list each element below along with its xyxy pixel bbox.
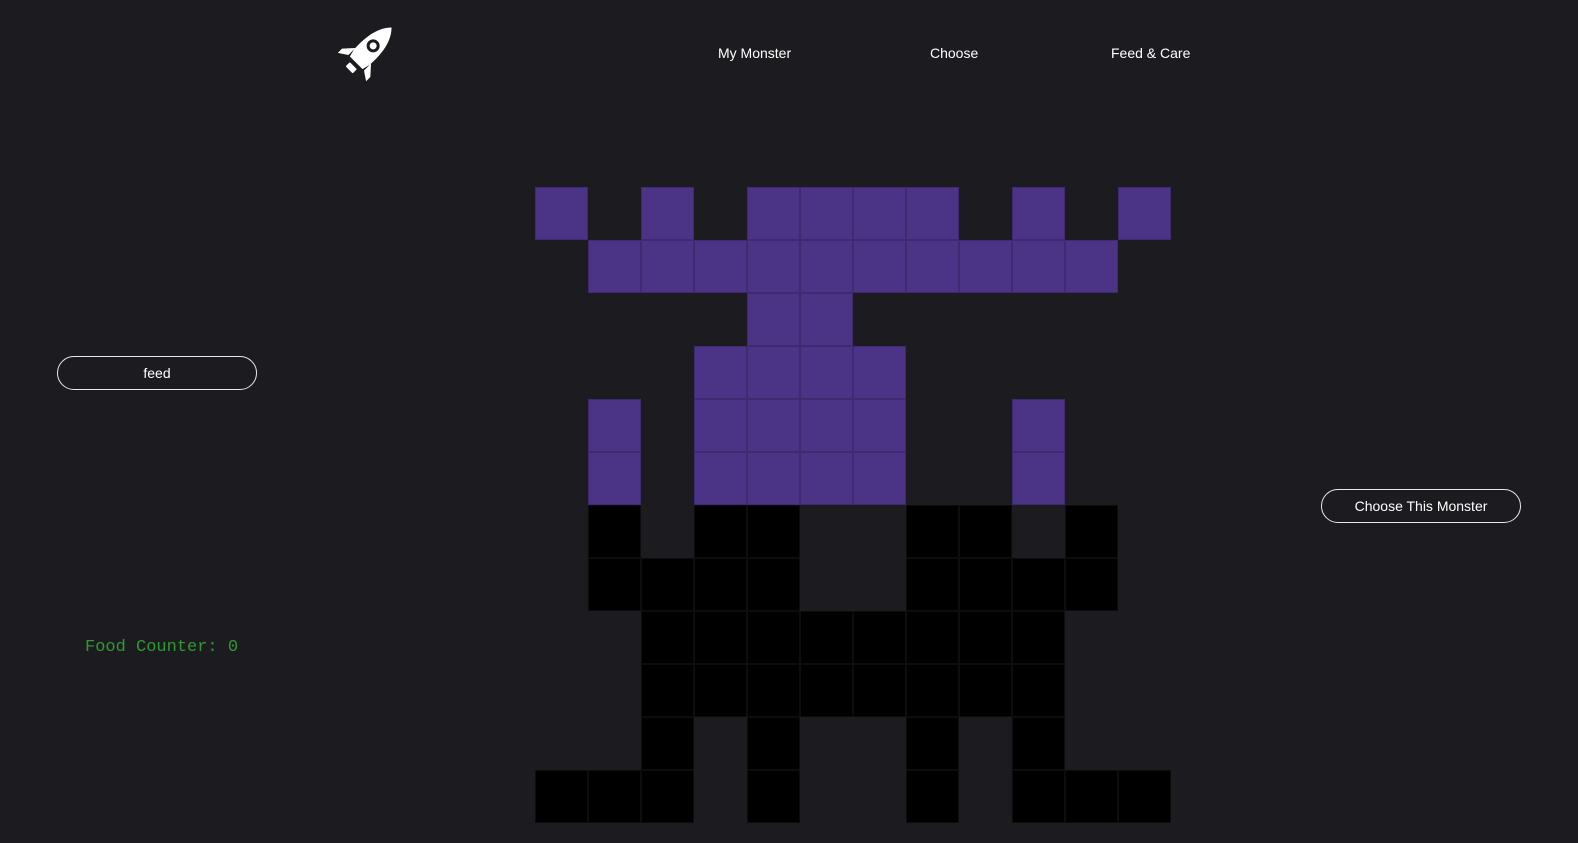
monster-pixel (747, 452, 800, 505)
monster-pixel (959, 664, 1012, 717)
monster-pixel (1012, 399, 1065, 452)
nav-link-choose[interactable]: Choose (930, 45, 978, 61)
monster-pixel (747, 505, 800, 558)
monster-pixel (959, 240, 1012, 293)
monster-pixel (694, 664, 747, 717)
monster-pixel (906, 717, 959, 770)
monster-pixel (1012, 452, 1065, 505)
monster-pixel (747, 770, 800, 823)
monster-pixel (747, 664, 800, 717)
monster-pixel (747, 187, 800, 240)
monster-pixel (588, 505, 641, 558)
monster-pixel (800, 240, 853, 293)
monster-pixel (1012, 770, 1065, 823)
monster-pixel (694, 240, 747, 293)
monster-pixel (906, 611, 959, 664)
monster-pixel (1012, 611, 1065, 664)
monster-pixel (1012, 187, 1065, 240)
monster-sprite (535, 187, 1171, 823)
monster-pixel (906, 240, 959, 293)
monster-pixel (747, 611, 800, 664)
monster-pixel (1065, 240, 1118, 293)
monster-pixel (588, 399, 641, 452)
feed-button[interactable]: feed (57, 356, 257, 390)
monster-pixel (588, 452, 641, 505)
monster-pixel (853, 187, 906, 240)
monster-pixel (641, 770, 694, 823)
monster-pixel (1065, 505, 1118, 558)
monster-pixel (641, 240, 694, 293)
monster-pixel (800, 452, 853, 505)
monster-pixel (747, 399, 800, 452)
monster-pixel (1012, 717, 1065, 770)
monster-pixel (1065, 558, 1118, 611)
choose-monster-button[interactable]: Choose This Monster (1321, 489, 1521, 523)
monster-pixel (1118, 187, 1171, 240)
monster-pixel (1118, 770, 1171, 823)
monster-pixel (800, 187, 853, 240)
monster-pixel (747, 293, 800, 346)
monster-pixel (747, 717, 800, 770)
monster-pixel (853, 452, 906, 505)
monster-pixel (1012, 664, 1065, 717)
monster-pixel (800, 293, 853, 346)
monster-pixel (800, 346, 853, 399)
food-counter: Food Counter: 0 (85, 638, 239, 657)
monster-pixel (1012, 240, 1065, 293)
monster-pixel (853, 664, 906, 717)
monster-pixel (853, 240, 906, 293)
monster-pixel (641, 717, 694, 770)
monster-pixel (535, 187, 588, 240)
monster-pixel (535, 770, 588, 823)
monster-pixel (853, 346, 906, 399)
monster-pixel (747, 240, 800, 293)
monster-pixel (588, 770, 641, 823)
monster-pixel (800, 664, 853, 717)
monster-pixel (959, 611, 1012, 664)
monster-pixel (800, 399, 853, 452)
monster-pixel (906, 664, 959, 717)
monster-pixel (906, 558, 959, 611)
monster-pixel (641, 187, 694, 240)
monster-pixel (694, 558, 747, 611)
monster-pixel (694, 611, 747, 664)
monster-pixel (853, 611, 906, 664)
monster-pixel (1012, 558, 1065, 611)
rocket-icon[interactable] (330, 14, 405, 89)
monster-pixel (959, 505, 1012, 558)
monster-pixel (694, 346, 747, 399)
nav-link-my-monster[interactable]: My Monster (718, 45, 791, 61)
monster-pixel (906, 505, 959, 558)
monster-pixel (853, 399, 906, 452)
monster-pixel (694, 505, 747, 558)
monster-pixel (694, 399, 747, 452)
nav-link-feed-care[interactable]: Feed & Care (1111, 45, 1190, 61)
monster-pixel (588, 558, 641, 611)
monster-pixel (747, 558, 800, 611)
monster-pixel (588, 240, 641, 293)
monster-pixel (694, 452, 747, 505)
monster-pixel (641, 664, 694, 717)
monster-pixel (747, 346, 800, 399)
monster-pixel (1065, 770, 1118, 823)
monster-pixel (800, 611, 853, 664)
monster-pixel (906, 187, 959, 240)
monster-pixel (906, 770, 959, 823)
monster-pixel (641, 611, 694, 664)
monster-pixel (959, 558, 1012, 611)
monster-pixel (641, 558, 694, 611)
